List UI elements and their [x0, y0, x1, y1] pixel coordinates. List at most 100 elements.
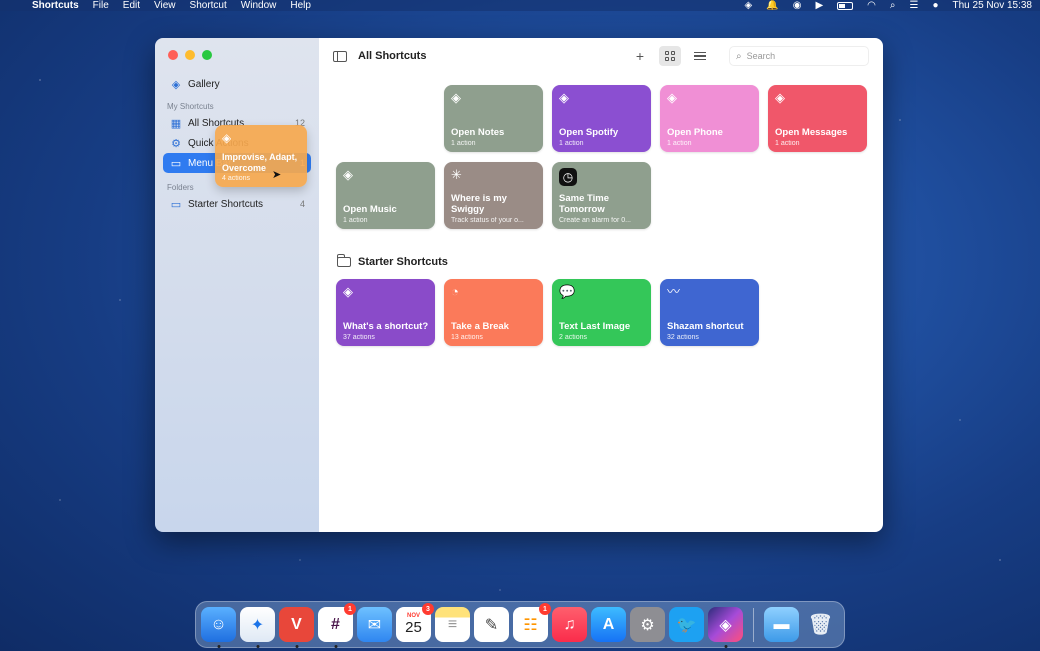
app-menu[interactable]: Shortcuts	[32, 0, 79, 11]
dock-music[interactable]: ♫	[552, 607, 587, 642]
list-view-button[interactable]	[689, 46, 711, 66]
menu-window[interactable]: Window	[241, 0, 277, 11]
dock-slack[interactable]: # 1	[318, 603, 356, 648]
grid-icon	[665, 51, 675, 61]
notification-bell-icon[interactable]: 🔔	[766, 0, 778, 11]
vivaldi-icon: V	[291, 615, 302, 633]
shortcut-subtitle: Create an alarm for 0...	[559, 217, 631, 224]
dock-system-preferences[interactable]: ⚙	[630, 607, 665, 642]
running-indicator	[334, 645, 337, 648]
dock-reminders[interactable]: ☷ 1	[513, 603, 551, 642]
folder-icon: ▬	[773, 615, 790, 633]
sidebar-item-count: 4	[299, 199, 305, 209]
screen-record-icon[interactable]: ◉	[793, 0, 802, 11]
shortcut-card-text-last-image[interactable]: 💬 Text Last Image 2 actions	[552, 279, 651, 346]
shortcut-card-shazam-shortcut[interactable]: 〰 Shazam shortcut 32 actions	[660, 279, 759, 346]
dock-downloads-folder[interactable]: ▬	[764, 607, 799, 642]
shortcut-title: Same Time Tomorrow	[559, 193, 609, 215]
shortcut-card-take-a-break[interactable]: ◔ Take a Break 13 actions	[444, 279, 543, 346]
menu-view[interactable]: View	[154, 0, 176, 11]
grid-view-button[interactable]	[659, 46, 681, 66]
shortcut-subtitle: 37 actions	[343, 334, 375, 341]
shortcut-card-open-music[interactable]: ◈ Open Music 1 action	[336, 162, 435, 229]
dock-vivaldi[interactable]: V	[279, 607, 314, 648]
shortcut-title: Open Notes	[451, 127, 505, 138]
siri-icon[interactable]: ●	[932, 0, 938, 11]
dock-mail[interactable]: ✉	[357, 607, 392, 642]
dock-trash[interactable]: 🗑	[803, 607, 838, 642]
shortcut-title: Open Phone	[667, 127, 723, 138]
menu-help[interactable]: Help	[290, 0, 311, 11]
notes-icon: ≡	[447, 615, 458, 633]
close-button[interactable]	[168, 50, 178, 60]
stack-icon: ◈	[559, 90, 569, 105]
running-indicator	[724, 645, 727, 648]
sidebar-toggle-icon[interactable]	[333, 50, 347, 62]
finder-icon: ☺	[210, 615, 227, 633]
starter-shortcuts-header[interactable]: Starter Shortcuts	[337, 254, 448, 268]
shortcut-title: Shazam shortcut	[667, 321, 744, 332]
mouse-cursor-icon: ➤	[272, 169, 282, 181]
grid-icon: ▦	[170, 117, 182, 130]
dock-notes[interactable]: ≡	[435, 607, 470, 642]
shortcut-card-same-time-tomorrow[interactable]: ◷ Same Time Tomorrow Create an alarm for…	[552, 162, 651, 229]
stack-icon: ◈	[719, 616, 732, 634]
gear-icon: ⚙	[171, 137, 181, 150]
menu-edit[interactable]: Edit	[123, 0, 140, 11]
shortcut-subtitle: 1 action	[775, 140, 800, 147]
dock-finder[interactable]: ☺	[201, 607, 236, 648]
play-icon[interactable]: ▶	[815, 0, 823, 11]
main-content: All Shortcuts + ⌕ Search ◈ Open Notes 1 …	[319, 38, 883, 532]
slack-icon: #	[331, 615, 340, 633]
shortcut-title: Where is my Swiggy	[451, 193, 507, 215]
shortcut-card-whats-a-shortcut[interactable]: ◈ What's a shortcut? 37 actions	[336, 279, 435, 346]
toolbar: All Shortcuts + ⌕ Search	[319, 38, 883, 74]
stack-icon: ◈	[171, 78, 181, 91]
dragged-shortcut-card[interactable]: ◈ Improvise, Adapt, Overcome 4 actions	[215, 125, 307, 187]
shortcut-subtitle: 2 actions	[559, 334, 588, 341]
shortcuts-status-icon[interactable]: ◈	[745, 0, 753, 11]
menu-shortcut[interactable]: Shortcut	[190, 0, 227, 11]
shortcut-title: Open Messages	[775, 127, 848, 138]
window-controls	[155, 50, 319, 60]
menu-bar: Shortcuts File Edit View Shortcut Window…	[0, 0, 1040, 11]
minimize-button[interactable]	[185, 50, 195, 60]
dock-safari[interactable]: ✦	[240, 607, 275, 648]
search-field[interactable]: ⌕ Search	[729, 46, 869, 66]
shortcut-card-open-notes[interactable]: ◈ Open Notes 1 action	[444, 85, 543, 152]
stack-icon: ◈	[451, 90, 461, 105]
sidebar: ◈ Gallery My Shortcuts ▦ All Shortcuts 1…	[155, 38, 319, 532]
dock-textedit[interactable]: ✎	[474, 607, 509, 642]
shortcut-card-open-phone[interactable]: ◈ Open Phone 1 action	[660, 85, 759, 152]
dock-calendar[interactable]: NOV 25 3	[396, 603, 434, 642]
shortcut-card-open-spotify[interactable]: ◈ Open Spotify 1 action	[552, 85, 651, 152]
stack-icon: ◈	[775, 90, 785, 105]
zoom-button[interactable]	[202, 50, 212, 60]
add-shortcut-button[interactable]: +	[629, 46, 651, 66]
shortcut-subtitle: 1 action	[451, 140, 476, 147]
control-center-icon[interactable]: ☰	[909, 0, 918, 11]
menubar-clock[interactable]: Thu 25 Nov 15:38	[953, 0, 1033, 11]
sidebar-item-gallery[interactable]: ◈ Gallery	[163, 74, 311, 94]
spotlight-search-icon[interactable]: ⌕	[890, 0, 896, 11]
dock-app-store[interactable]: A	[591, 607, 626, 642]
sidebar-section-my-shortcuts: My Shortcuts	[167, 102, 214, 111]
dock: ☺ ✦ V # 1 ✉ NOV 25 3 ≡ ✎ ☷ 1 ♫ A ⚙ 🐦 ◈ ▬…	[195, 601, 845, 648]
running-indicator	[217, 645, 220, 648]
search-icon: ⌕	[736, 50, 742, 62]
wifi-icon[interactable]: ◠	[867, 0, 876, 11]
running-indicator	[295, 645, 298, 648]
reminders-icon: ☷	[523, 616, 538, 634]
shortcut-card-open-messages[interactable]: ◈ Open Messages 1 action	[768, 85, 867, 152]
battery-icon[interactable]	[837, 1, 854, 10]
notification-badge: 3	[422, 603, 434, 615]
shortcut-card-where-is-my-swiggy[interactable]: ✳ Where is my Swiggy Track status of you…	[444, 162, 543, 229]
menu-file[interactable]: File	[93, 0, 109, 11]
shortcut-title: Improvise, Adapt, Overcome	[222, 152, 298, 173]
sidebar-item-starter-shortcuts[interactable]: ▭ Starter Shortcuts 4	[163, 194, 311, 214]
dock-shortcuts[interactable]: ◈	[708, 607, 743, 648]
pencil-icon: ✎	[484, 616, 499, 634]
running-indicator	[256, 645, 259, 648]
shortcut-subtitle: 13 actions	[451, 334, 483, 341]
dock-twitter[interactable]: 🐦	[669, 607, 704, 642]
